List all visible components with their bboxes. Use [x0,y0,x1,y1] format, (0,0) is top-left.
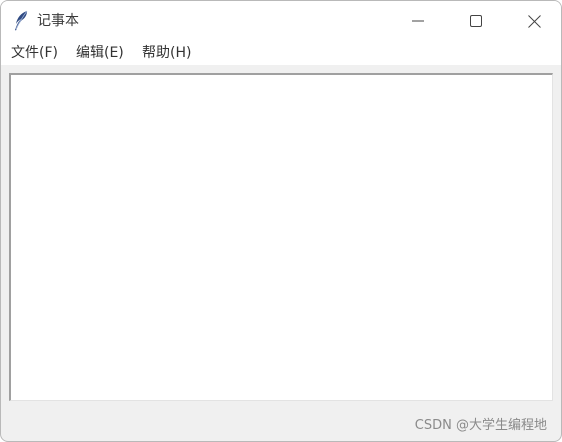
menu-bar: 文件(F) 编辑(E) 帮助(H) [1,41,561,65]
window-title: 记事本 [37,13,79,29]
close-icon [527,14,541,28]
menu-help[interactable]: 帮助(H) [142,44,191,62]
app-window: 记事本 文件(F) 编辑(E) 帮助(H) CSDN @大学生编程地 [0,0,562,442]
menu-file[interactable]: 文件(F) [11,44,58,62]
minimize-icon [412,15,424,27]
text-editor[interactable] [9,73,553,401]
watermark-text: CSDN @大学生编程地 [414,418,547,433]
feather-icon [12,10,30,32]
maximize-button[interactable] [447,1,505,41]
minimize-button[interactable] [389,1,447,41]
close-button[interactable] [505,1,561,41]
title-bar[interactable]: 记事本 [1,1,561,41]
maximize-icon [470,15,482,27]
menu-edit[interactable]: 编辑(E) [76,44,124,62]
